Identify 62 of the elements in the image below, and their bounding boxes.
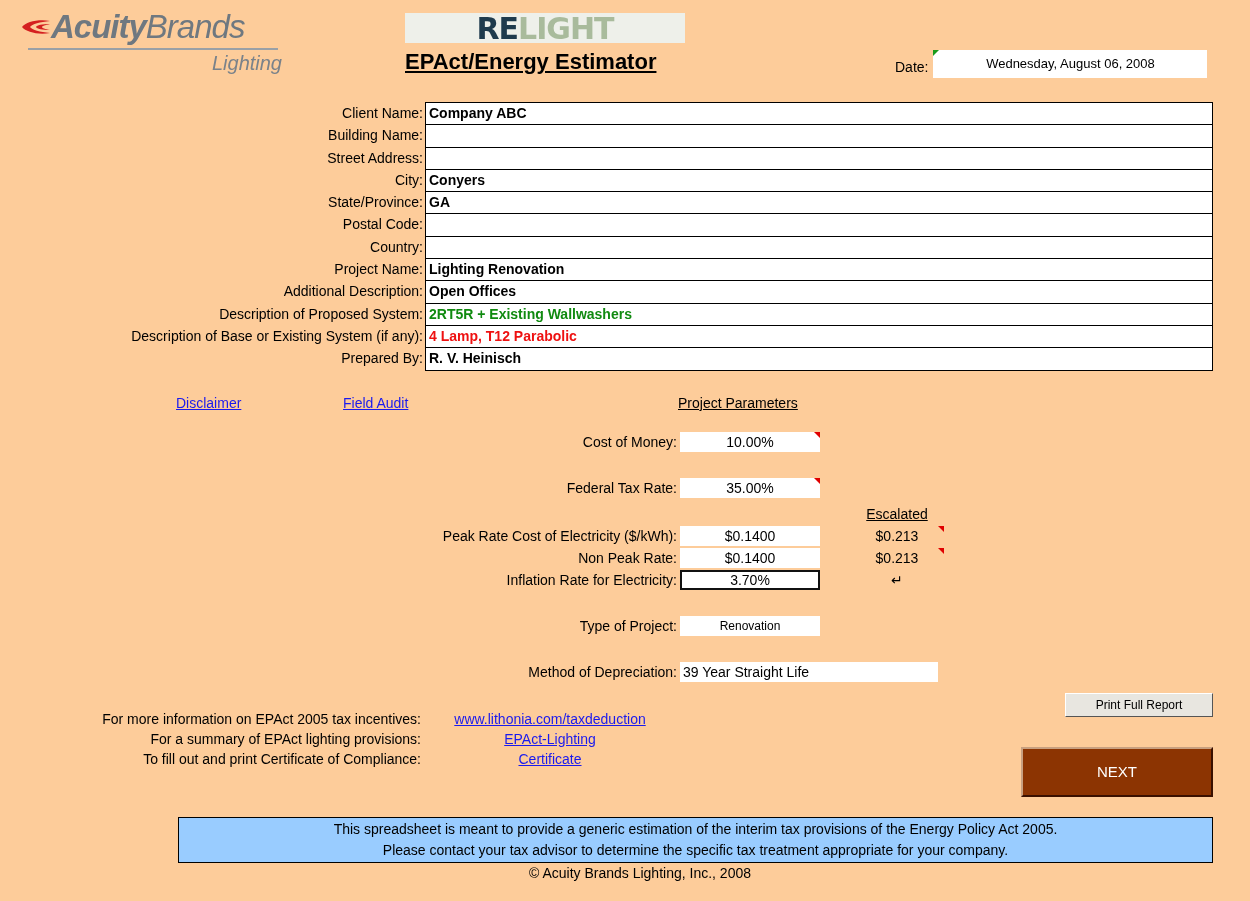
field-label: Peak Rate Cost of Electricity ($/kWh): bbox=[441, 527, 678, 544]
field-label: Description of Base or Existing System (if any): bbox=[130, 326, 424, 346]
input-field[interactable]: 39 Year Straight Life bbox=[680, 661, 938, 682]
input-field[interactable]: Open Offices bbox=[425, 280, 1213, 303]
swoosh-icon bbox=[20, 17, 50, 37]
input-field[interactable]: $0.1400 bbox=[680, 525, 820, 546]
input-field[interactable]: GA bbox=[425, 191, 1213, 214]
field-label: Street Address: bbox=[326, 148, 424, 168]
print-button[interactable]: Print Full Report bbox=[1065, 692, 1213, 717]
field-label: Client Name: bbox=[341, 104, 424, 123]
field-label: Federal Tax Rate: bbox=[565, 479, 678, 496]
date-field[interactable]: Wednesday, August 06, 2008 bbox=[933, 50, 1208, 78]
link[interactable]: Certificate bbox=[518, 750, 582, 767]
input-field[interactable] bbox=[425, 146, 1213, 169]
field-label: Cost of Money: bbox=[581, 433, 678, 450]
input-field[interactable]: 2RT5R + Existing Wallwashers bbox=[425, 302, 1213, 325]
input-field[interactable] bbox=[425, 124, 1213, 147]
link[interactable]: www.lithonia.com/taxdeduction bbox=[454, 710, 646, 727]
next-button[interactable]: NEXT bbox=[1021, 746, 1213, 797]
info-text: For a summary of EPAct lighting provisions: bbox=[149, 730, 422, 747]
logo-subtitle: Lighting bbox=[211, 52, 282, 75]
input-field[interactable] bbox=[425, 213, 1213, 236]
field-label: Project Name: bbox=[333, 260, 424, 280]
field-label: Type of Project: bbox=[578, 617, 678, 634]
input-field[interactable]: 4 Lamp, T12 Parabolic bbox=[425, 324, 1213, 348]
date-label: Date: bbox=[895, 59, 929, 75]
copyright-text: © Acuity Brands Lighting, Inc., 2008 bbox=[528, 864, 752, 881]
info-text: To fill out and print Certificate of Compliance: bbox=[142, 750, 422, 767]
input-field[interactable]: Renovation bbox=[680, 615, 820, 636]
field-label: Method of Depreciation: bbox=[527, 663, 678, 680]
page-title: EPAct/Energy Estimator bbox=[405, 49, 658, 75]
table-cell: $0.213 bbox=[858, 527, 936, 544]
info-text: For more information on EPAct 2005 tax incentives: bbox=[101, 710, 422, 727]
field-label: Building Name: bbox=[327, 126, 424, 146]
input-field[interactable]: Company ABC bbox=[425, 102, 1213, 125]
link[interactable]: EPAct-Lighting bbox=[504, 730, 596, 747]
field-label: Description of Proposed System: bbox=[218, 304, 424, 324]
input-field[interactable] bbox=[425, 235, 1213, 259]
input-field[interactable]: $0.1400 bbox=[680, 547, 820, 568]
field-label: Prepared By: bbox=[340, 349, 424, 369]
table-cell-text: ↵ bbox=[890, 571, 904, 588]
notice-text: This spreadsheet is meant to provide a generic estimation of the interim tax provisions of the Energy Policy Act 2005. Please contact your tax advisor to determine the specific tax treatment appropriate for your company. bbox=[178, 816, 1213, 863]
field-label: State/Province: bbox=[327, 193, 424, 213]
field-label: Postal Code: bbox=[341, 215, 424, 235]
field-label: Non Peak Rate: bbox=[577, 549, 678, 566]
input-field[interactable]: 10.00% bbox=[680, 431, 820, 452]
link[interactable]: Disclaimer bbox=[176, 394, 242, 417]
table-cell: $0.213 bbox=[858, 549, 936, 566]
field-label: Country: bbox=[369, 237, 424, 257]
field-label: City: bbox=[394, 170, 424, 190]
input-field[interactable]: R. V. Heinisch bbox=[425, 347, 1213, 371]
column-heading: Escalated bbox=[865, 505, 929, 522]
section-heading: Project Parameters bbox=[678, 394, 798, 413]
input-field[interactable]: Conyers bbox=[425, 168, 1213, 192]
input-field[interactable]: 35.00% bbox=[680, 477, 820, 498]
brand-logo-text: AcuityBrands bbox=[51, 8, 245, 46]
product-logo: RELIGHT bbox=[405, 13, 685, 43]
field-label: Additional Description: bbox=[282, 282, 424, 302]
field-label: Inflation Rate for Electricity: bbox=[505, 571, 678, 588]
link[interactable]: Field Audit bbox=[343, 394, 409, 417]
input-field[interactable]: Lighting Renovation bbox=[425, 258, 1213, 281]
input-field[interactable]: 3.70% bbox=[680, 569, 820, 590]
